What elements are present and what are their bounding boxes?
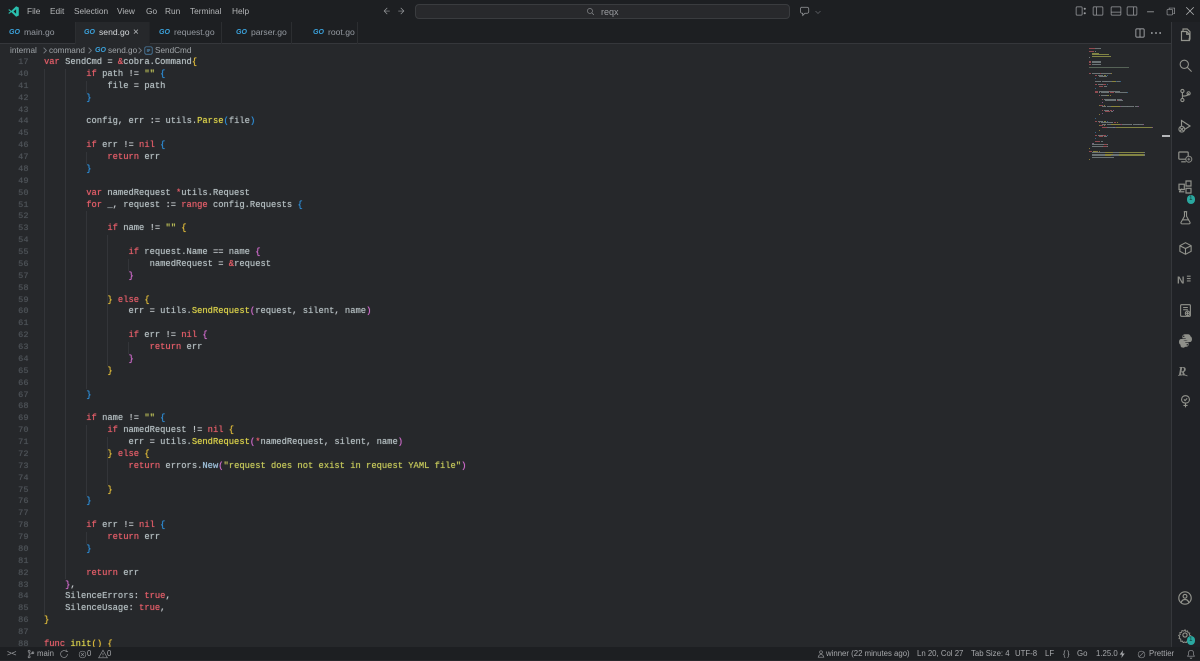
svg-text:N: N bbox=[1177, 275, 1184, 286]
svg-text:R: R bbox=[1177, 365, 1186, 379]
